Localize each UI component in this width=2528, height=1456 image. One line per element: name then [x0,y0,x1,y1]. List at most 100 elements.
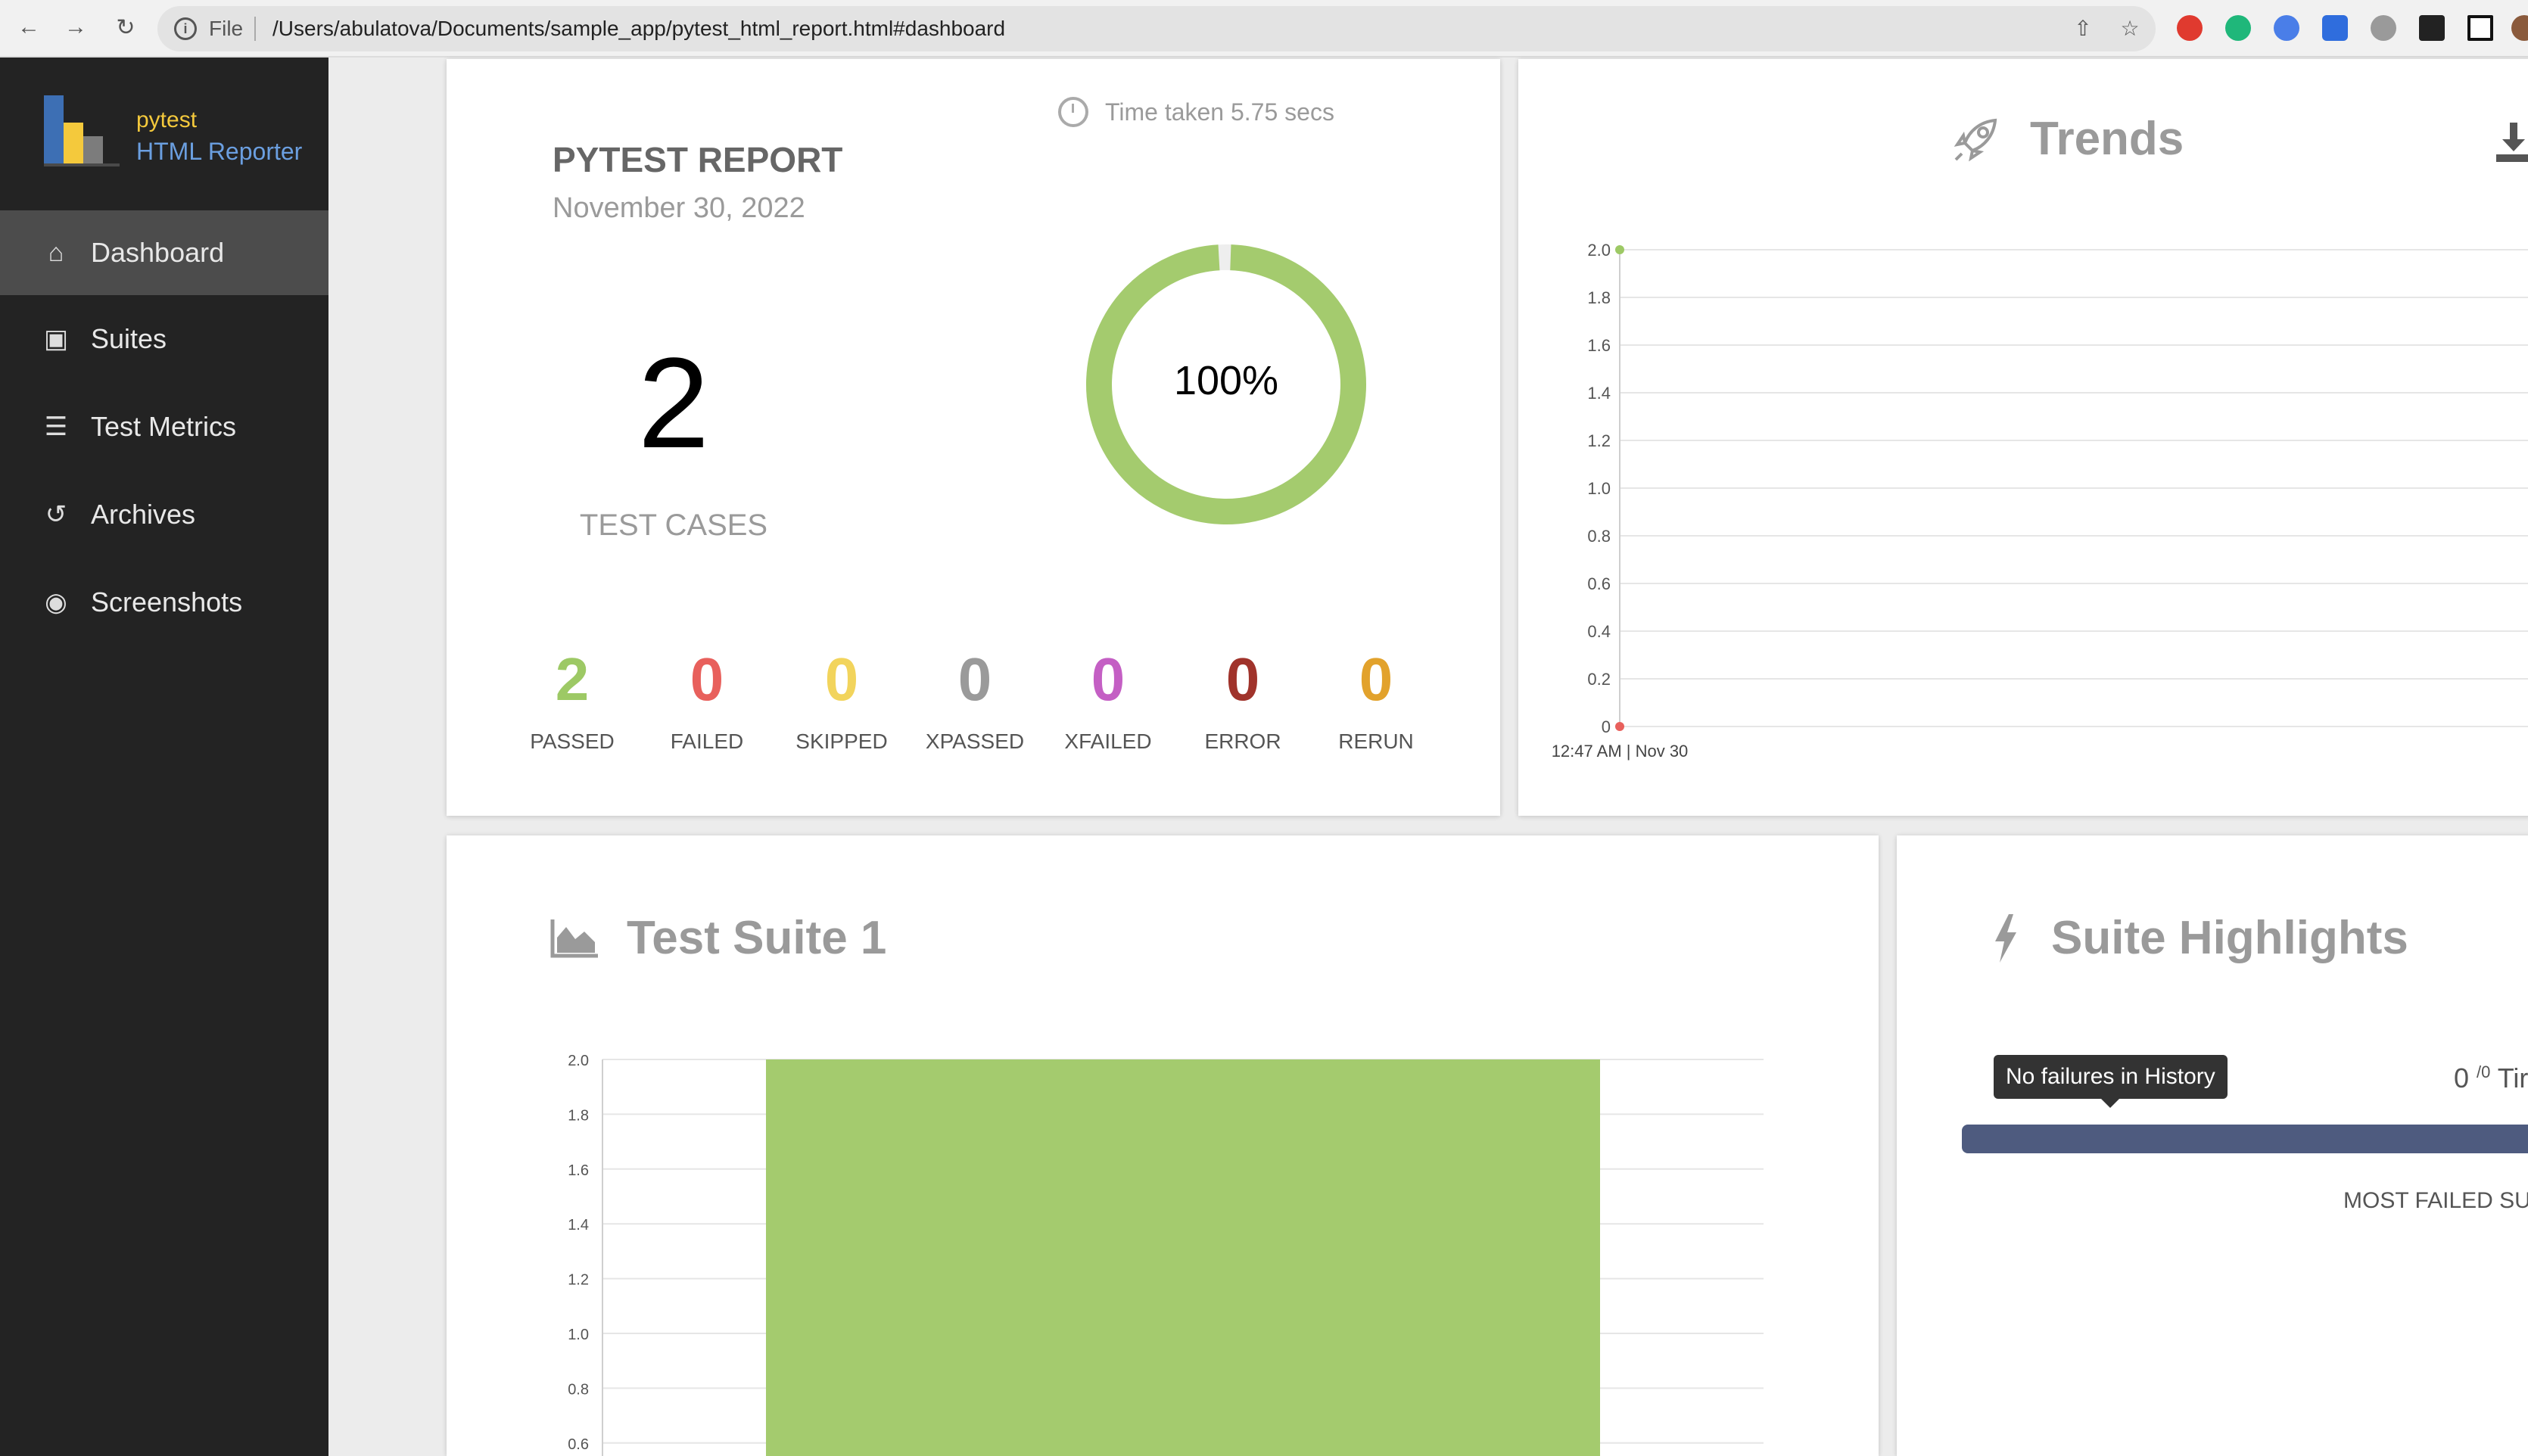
address-bar[interactable]: i File /Users/abulatova/Documents/sample… [157,6,2156,51]
bookmark-star-icon[interactable]: ☆ [2118,17,2142,41]
total-test-count: 2 [637,331,710,475]
suite-highlights-card: Suite Highlights No failures in History … [1897,835,2528,1456]
stat-value: 0 [957,646,992,713]
stat-label: XFAILED [1064,730,1152,753]
report-title: PYTEST REPORT [553,140,843,179]
stat-passed[interactable]: 2 PASSED [506,649,639,754]
y-tick-label: 1.4 [568,1217,589,1234]
y-tick-label: 1.4 [1587,384,1611,403]
stat-label: XPASSED [925,730,1025,753]
stat-label: SKIPPED [795,730,888,753]
sidebar-item-label: Test Metrics [91,411,237,442]
brand-line1: pytest [136,107,198,132]
y-tick-label: 0 [1602,717,1611,736]
y-tick-label: 0.6 [1587,574,1611,593]
stat-label: ERROR [1204,730,1281,753]
extension-circle-icon[interactable] [2274,15,2299,41]
stat-error[interactable]: 0 ERROR [1176,649,1309,754]
trend-line-chart: 0 0.2 0.4 0.6 0.8 1.0 1.2 1.4 1.6 1.8 2.0 12:47 AM … [1552,241,2528,761]
y-tick-label: 0.6 [568,1436,589,1453]
stat-value: 0 [690,646,724,713]
y-tick-label: 1.8 [568,1107,589,1124]
sidebar-item-dashboard[interactable]: ⌂ Dashboard [0,210,328,295]
highlights-heading: Suite Highlights [1991,911,2408,965]
stat-rerun[interactable]: 0 RERUN [1309,649,1443,754]
y-tick-label: 1.2 [568,1272,589,1289]
sidebar-item-screenshots[interactable]: ◉ Screenshots [0,560,328,645]
y-tick-label: 1.2 [1587,431,1611,450]
ratio-denominator: /0 [2477,1062,2491,1081]
stat-label: PASSED [530,730,615,753]
y-tick-label: 1.0 [1587,479,1611,498]
side-panel-icon[interactable] [2467,15,2493,41]
share-icon[interactable]: ⇧ [2071,17,2095,41]
data-point [1615,722,1624,731]
y-tick-label: 0.8 [568,1381,589,1398]
extension-gray-icon[interactable] [2371,15,2396,41]
extensions-puzzle-icon[interactable] [2419,15,2445,41]
stat-label: RERUN [1338,730,1414,753]
trends-card: Trends 0 0.2 0.4 0.6 0.8 1.0 1.2 1.4 1.6 1.8 2.0 12… [1518,59,2528,816]
y-tick-label: 1.6 [1587,336,1611,355]
reload-icon[interactable]: ↻ [111,12,141,42]
y-tick-label: 2.0 [568,1053,589,1069]
test-cases-label: TEST CASES [579,509,768,542]
forward-icon[interactable]: → [61,12,91,42]
failure-ratio: 0 /0 Tir [2454,1062,2528,1094]
data-point [1615,245,1624,254]
stat-value: 0 [824,646,859,713]
sidebar-item-suites[interactable]: ▣ Suites [0,297,328,381]
browser-toolbar: ← → ↻ i File /Users/abulatova/Documents/… [0,0,2528,58]
stat-value: 0 [1225,646,1260,713]
y-tick-label: 0.2 [1587,670,1611,689]
sidebar-item-test-metrics[interactable]: ☰ Test Metrics [0,384,328,469]
divider [254,17,256,41]
bar [766,1059,1600,1456]
pass-percent: 100% [1173,358,1279,403]
stat-xfailed[interactable]: 0 XFAILED [1041,649,1175,754]
sidebar-item-label: Screenshots [91,586,243,618]
clock-icon [1058,97,1088,127]
pytest-logo-icon [44,95,127,171]
extension-screen-icon[interactable] [2322,15,2348,41]
ratio-numerator: 0 [2454,1062,2470,1094]
profile-avatar[interactable] [2511,15,2528,41]
camera-icon: ◉ [45,588,67,617]
test-suite-card: Test Suite 1 0.6 0.8 1.0 1.2 1.4 1.6 1.8 2.0 [447,835,1879,1456]
extension-adblock-icon[interactable] [2177,15,2203,41]
report-summary-card: Time taken 5.75 secs PYTEST REPORT Novem… [447,59,1500,816]
stat-value: 0 [1359,646,1393,713]
stat-skipped[interactable]: 0 SKIPPED [775,649,908,754]
stat-label: FAILED [670,730,744,753]
sidebar-item-archives[interactable]: ↺ Archives [0,472,328,557]
time-taken: Time taken 5.75 secs [1058,97,1334,127]
suite-bar-chart: 0.6 0.8 1.0 1.2 1.4 1.6 1.8 2.0 [568,1053,1764,1456]
file-label: File [209,17,244,40]
stat-failed[interactable]: 0 FAILED [640,649,774,754]
y-tick-label: 2.0 [1587,241,1611,260]
briefcase-icon: ▣ [43,325,69,353]
info-icon[interactable]: i [174,17,197,40]
x-tick-label: 12:47 AM | Nov 30 [1552,742,1689,761]
time-taken-text: Time taken 5.75 secs [1105,98,1334,126]
extension-grammarly-icon[interactable] [2225,15,2251,41]
most-failed-label: MOST FAILED SU [2343,1188,2528,1213]
back-icon[interactable]: ← [14,12,44,42]
sidebar: pytest HTML Reporter ⌂ Dashboard ▣ Suite… [0,58,328,1456]
stat-xpassed[interactable]: 0 XPASSED [908,649,1041,754]
bolt-icon [1995,913,2016,963]
highlights-title: Suite Highlights [2051,912,2408,964]
y-tick-label: 0.4 [1587,622,1611,641]
url-text[interactable]: /Users/abulatova/Documents/sample_app/py… [272,17,1005,41]
ratio-suffix: Tir [2497,1062,2528,1094]
brand-line2: HTML Reporter [136,138,303,165]
y-tick-label: 0.8 [1587,527,1611,546]
no-failures-tooltip: No failures in History [1994,1055,2228,1108]
stat-value: 0 [1091,646,1125,713]
sidebar-item-label: Suites [91,323,167,354]
server-icon: ☰ [44,412,68,441]
sidebar-item-label: Archives [91,499,196,530]
failure-history-bar[interactable] [1962,1125,2528,1153]
sidebar-item-label: Dashboard [91,237,225,268]
history-icon: ↺ [45,500,67,529]
